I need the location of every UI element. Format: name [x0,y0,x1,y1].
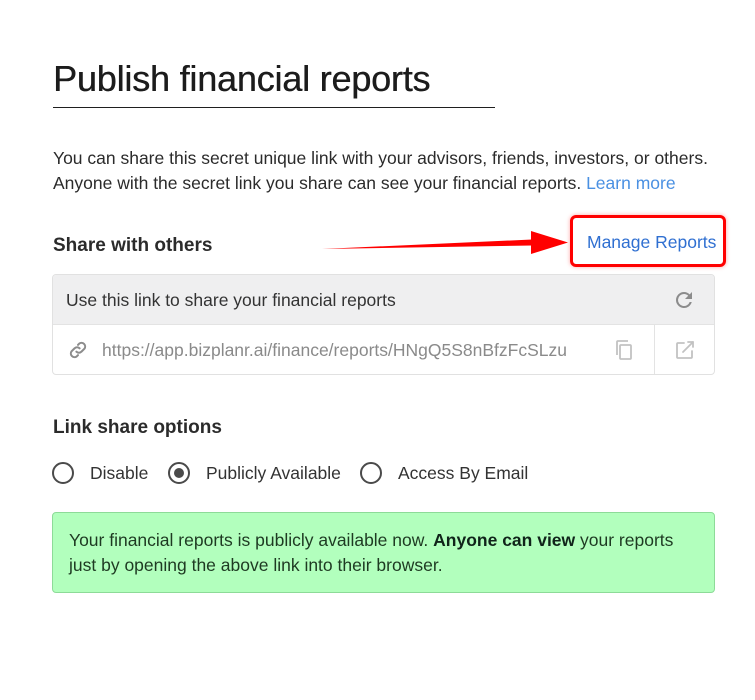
share-url-row: https://app.bizplanr.ai/finance/reports/… [53,325,714,374]
link-card-header: Use this link to share your financial re… [53,275,714,325]
radio-circle-access-by-email[interactable] [360,462,382,484]
title-underline [53,107,495,108]
alert-bold-text: Anyone can view [433,530,576,550]
intro-paragraph: You can share this secret unique link wi… [53,146,733,195]
link-share-options-title: Link share options [53,417,222,438]
share-link-card: Use this link to share your financial re… [52,274,715,375]
radio-circle-publicly-available[interactable] [168,462,190,484]
radio-circle-disable[interactable] [52,462,74,484]
refresh-icon[interactable] [672,288,696,312]
radio-label-disable: Disable [90,463,149,483]
radio-label-publicly-available: Publicly Available [206,463,341,483]
red-arrow-annotation [322,231,568,254]
learn-more-link[interactable]: Learn more [586,173,676,193]
manage-reports-link[interactable]: Manage Reports [587,232,716,253]
status-alert: Your financial reports is publicly avail… [52,512,715,593]
copy-icon[interactable] [612,338,636,362]
radio-label-access-by-email: Access By Email [398,463,529,483]
icon-divider [654,325,655,374]
alert-text-before: Your financial reports is publicly avail… [69,530,429,550]
share-section-title: Share with others [53,235,213,256]
link-card-header-text: Use this link to share your financial re… [66,290,396,310]
share-url[interactable]: https://app.bizplanr.ai/finance/reports/… [102,340,567,361]
link-icon [69,341,87,359]
open-external-icon[interactable] [673,338,697,362]
page-title: Publish financial reports [53,58,431,99]
